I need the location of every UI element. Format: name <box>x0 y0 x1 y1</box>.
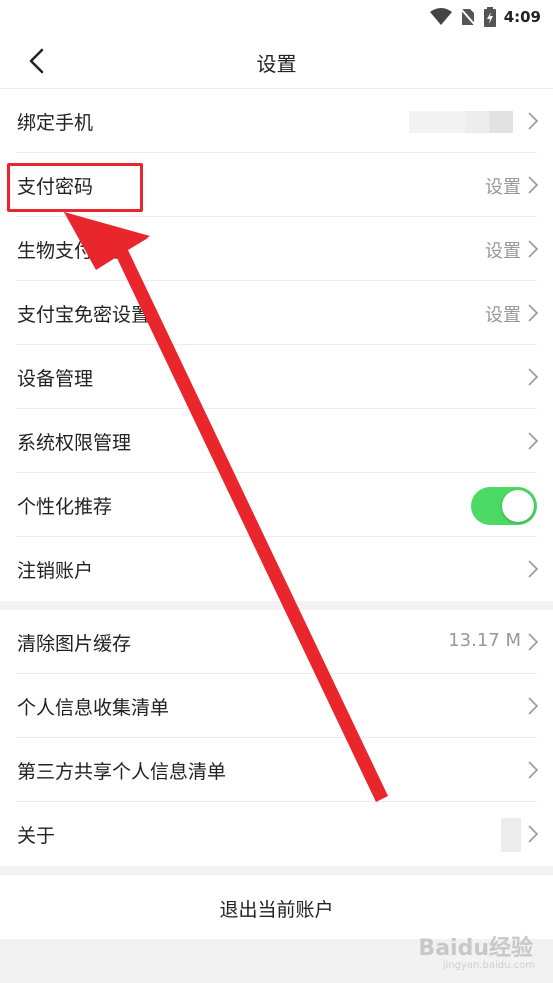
row-about[interactable]: 关于 <box>0 802 553 866</box>
toggle-knob <box>502 490 534 522</box>
row-label: 第三方共享个人信息清单 <box>17 761 227 783</box>
nav-header: 设置 <box>0 34 553 89</box>
chevron-right-icon <box>528 633 539 651</box>
row-biometric-payment[interactable]: 生物支付设置 设置 <box>0 217 553 281</box>
chevron-right-icon <box>528 304 539 322</box>
row-device-management[interactable]: 设备管理 <box>0 345 553 409</box>
chevron-right-icon <box>528 112 539 130</box>
wifi-icon <box>429 8 452 25</box>
row-label: 清除图片缓存 <box>17 633 132 655</box>
row-alipay-password-free[interactable]: 支付宝免密设置 设置 <box>0 281 553 345</box>
row-label: 支付宝免密设置 <box>17 304 151 326</box>
status-icons: 4:09 <box>429 6 541 28</box>
row-close-account[interactable]: 注销账户 <box>0 537 553 601</box>
row-label: 系统权限管理 <box>17 432 132 454</box>
chevron-right-icon <box>528 697 539 715</box>
cache-size: 13.17 M <box>448 630 521 651</box>
row-bind-phone[interactable]: 绑定手机 <box>0 89 553 153</box>
chevron-right-icon <box>528 240 539 258</box>
row-label: 个性化推荐 <box>17 496 113 518</box>
chevron-right-icon <box>528 560 539 578</box>
page-title: 设置 <box>256 52 297 76</box>
chevron-right-icon <box>528 825 539 843</box>
row-personal-info-list[interactable]: 个人信息收集清单 <box>0 674 553 738</box>
row-label: 绑定手机 <box>17 112 94 134</box>
chevron-right-icon <box>528 761 539 779</box>
row-system-permissions[interactable]: 系统权限管理 <box>0 409 553 473</box>
row-clear-image-cache[interactable]: 清除图片缓存 13.17 M <box>0 610 553 674</box>
masked-phone-number <box>409 111 465 133</box>
masked-phone-number <box>489 111 513 133</box>
row-value: 设置 <box>485 305 521 326</box>
chevron-right-icon <box>528 176 539 194</box>
battery-charging-icon <box>483 7 496 27</box>
masked-phone-number <box>465 111 489 133</box>
baidu-watermark-url: jingyan.baidu.com <box>442 960 535 971</box>
status-bar: 4:09 <box>0 0 553 34</box>
settings-group-general: 清除图片缓存 13.17 M 个人信息收集清单 第三方共享个人信息清单 关于 <box>0 610 553 866</box>
row-label: 关于 <box>17 825 56 847</box>
chevron-right-icon <box>528 432 539 450</box>
row-label: 注销账户 <box>17 560 94 582</box>
row-personalized-recommendation: 个性化推荐 <box>0 473 553 537</box>
row-label: 设备管理 <box>17 368 94 390</box>
chevron-right-icon <box>528 368 539 386</box>
personalized-recommendation-toggle[interactable] <box>471 487 537 525</box>
no-sim-icon <box>459 8 476 26</box>
row-value: 设置 <box>485 177 521 198</box>
row-label: 个人信息收集清单 <box>17 697 170 719</box>
status-time: 4:09 <box>503 8 541 26</box>
logout-label: 退出当前账户 <box>219 899 334 921</box>
row-label: 生物支付设置 <box>17 240 132 262</box>
masked-version <box>501 818 521 852</box>
row-value: 设置 <box>485 241 521 262</box>
baidu-watermark: Baidu经验 <box>418 936 533 961</box>
annotation-highlight-box <box>7 163 143 212</box>
row-third-party-sharing-list[interactable]: 第三方共享个人信息清单 <box>0 738 553 802</box>
